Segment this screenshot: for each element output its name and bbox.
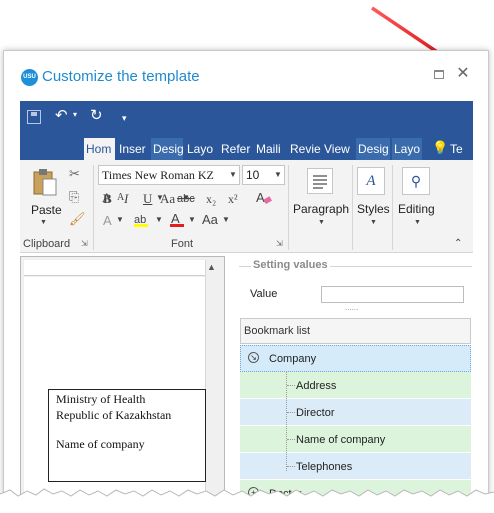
paste-button[interactable]: Paste [31, 203, 62, 217]
tab-table-design[interactable]: Desig [356, 138, 390, 160]
copy-icon[interactable]: ⎘ [69, 189, 79, 205]
collapse-ribbon-icon[interactable]: ⌃ [454, 238, 462, 249]
document-line: Ministry of Health [56, 392, 146, 406]
superscript-button[interactable]: x² [228, 192, 238, 207]
group-separator [392, 165, 393, 250]
tab-references[interactable]: Refer [219, 138, 252, 160]
chevron-down-icon[interactable]: ▼ [318, 219, 325, 226]
tab-insert[interactable]: Inser [117, 138, 149, 160]
tab-tell-me[interactable]: Te [448, 138, 470, 160]
bookmark-list-header[interactable]: Bookmark list [240, 318, 471, 344]
scroll-up-icon[interactable]: ▲ [207, 262, 216, 272]
clear-formatting-icon[interactable]: A [256, 190, 272, 206]
bookmark-label: Company [269, 353, 317, 365]
document-line: Name of company [56, 437, 145, 451]
group-separator [352, 165, 353, 250]
maximize-icon[interactable] [434, 70, 444, 79]
text-effects-button[interactable]: A [103, 213, 112, 228]
bookmark-label: Name of company [296, 434, 386, 446]
cut-icon[interactable]: ✂ [69, 166, 80, 182]
font-group-label: Font [171, 238, 194, 250]
clipboard-group-label: Clipboard [23, 238, 71, 250]
undo-icon[interactable]: ↶ [55, 106, 68, 124]
chevron-down-icon[interactable]: ▼ [155, 215, 163, 224]
ruler [24, 260, 205, 276]
value-input[interactable] [321, 286, 464, 303]
setting-values-title: Setting values [251, 259, 330, 271]
tab-layout[interactable]: Layo [185, 138, 217, 160]
bookmark-row[interactable] [240, 453, 471, 480]
group-separator [93, 165, 94, 250]
clipboard-launcher-icon[interactable]: ⇲ [81, 239, 88, 248]
vertical-scrollbar[interactable] [205, 260, 222, 513]
italic-button[interactable]: I [124, 191, 128, 207]
chevron-down-icon[interactable]: ▼ [222, 215, 230, 224]
redo-icon[interactable]: ↻ [90, 106, 103, 124]
tell-me-lightbulb-icon[interactable]: 💡 [432, 140, 448, 156]
torn-edge [0, 488, 494, 513]
splitter-handle[interactable]: ...... [345, 303, 358, 312]
svg-text:A: A [256, 190, 265, 205]
font-color-icon[interactable]: A [170, 211, 184, 228]
search-icon[interactable]: ⚲ [402, 167, 430, 195]
collapse-node-icon[interactable]: ↘ [248, 352, 259, 363]
customize-qat-icon[interactable]: ▾ [122, 113, 127, 124]
styles-button[interactable]: Styles [357, 202, 390, 216]
styles-icon[interactable]: A [357, 167, 385, 195]
change-case-button[interactable]: Aa [202, 212, 218, 227]
paste-dropdown-icon[interactable]: ▼ [40, 219, 47, 226]
tab-table-layout[interactable]: Layo [392, 138, 422, 160]
document-line: Republic of Kazakhstan [56, 408, 172, 422]
chevron-down-icon[interactable]: ▼ [188, 215, 196, 224]
dialog-title: Customize the template [42, 68, 200, 85]
tab-design[interactable]: Desig [151, 138, 183, 160]
tab-mailings[interactable]: Maili [254, 138, 286, 160]
highlight-color-icon[interactable]: ab [133, 212, 149, 228]
chevron-down-icon[interactable]: ▼ [274, 170, 282, 179]
tree-connector [287, 439, 295, 440]
undo-dropdown-icon[interactable]: ▾ [73, 110, 77, 119]
app-logo-icon: USU [21, 69, 38, 86]
tree-connector [287, 466, 295, 467]
tab-view[interactable]: View [322, 138, 353, 160]
bookmark-row[interactable] [240, 399, 471, 426]
bookmark-label: Address [296, 380, 337, 392]
font-name-select[interactable]: Times New Roman KZ [98, 165, 240, 185]
paste-icon[interactable] [32, 168, 58, 196]
font-launcher-icon[interactable]: ⇲ [276, 239, 283, 248]
group-separator [288, 165, 289, 250]
quick-access-toolbar [20, 101, 473, 136]
chevron-down-icon[interactable]: ▼ [229, 170, 237, 179]
save-icon[interactable] [27, 110, 41, 124]
tree-connector [286, 371, 288, 471]
close-icon[interactable]: ✕ [455, 66, 471, 82]
tab-review[interactable]: Revie [288, 138, 321, 160]
strikethrough-button[interactable]: abc [177, 193, 195, 205]
bookmark-label: Director [296, 407, 335, 419]
svg-text:A: A [171, 211, 180, 226]
paragraph-button[interactable]: Paragraph [293, 202, 349, 216]
editing-button[interactable]: Editing [398, 202, 435, 216]
bookmark-label: Telephones [296, 461, 353, 473]
chevron-down-icon[interactable]: ▼ [116, 215, 124, 224]
format-painter-icon[interactable]: 🖌 [69, 211, 86, 227]
bold-button[interactable]: B [103, 191, 112, 207]
paragraph-icon[interactable] [307, 168, 333, 194]
chevron-down-icon[interactable]: ▼ [370, 219, 377, 226]
underline-button[interactable]: U [143, 191, 152, 207]
value-label: Value [250, 288, 278, 300]
chevron-down-icon[interactable]: ▼ [156, 193, 164, 202]
tree-connector [287, 385, 295, 386]
tree-connector [287, 412, 295, 413]
bookmark-row[interactable] [240, 372, 471, 399]
tab-home[interactable]: Hom [84, 138, 115, 160]
chevron-down-icon[interactable]: ▼ [414, 219, 421, 226]
subscript-button[interactable]: x₂ [206, 192, 216, 207]
